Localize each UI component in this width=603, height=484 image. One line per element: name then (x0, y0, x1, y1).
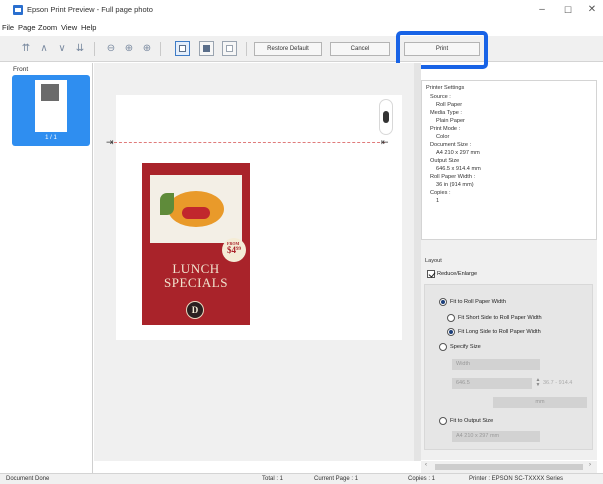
preview-vertical-scrollbar[interactable] (414, 63, 421, 461)
menu-page[interactable]: Page (18, 23, 36, 32)
print-mode-label: Print Mode : (430, 126, 461, 132)
roll-width-value: 36 in (914 mm) (436, 182, 474, 188)
cut-mark-left-icon: ⇥ (106, 137, 114, 147)
poster-photo (150, 175, 242, 243)
print-mode-value: Color (436, 134, 450, 140)
menu-zoom[interactable]: Zoom (38, 23, 57, 32)
app-icon (13, 5, 23, 15)
scroll-right-icon[interactable]: › (589, 462, 591, 468)
roll-core-icon (379, 99, 393, 135)
media-type-label: Media Type : (430, 110, 462, 116)
thumbnail-pane: Front 1 / 1 (10, 63, 93, 475)
output-size-label: Output Size (430, 158, 460, 164)
cut-line (114, 142, 385, 143)
scroll-left-icon[interactable]: ‹ (425, 462, 427, 468)
fit-output-size-radio[interactable] (439, 417, 447, 425)
layout-header: Layout (425, 258, 442, 264)
status-bar: Document Done Total : 1 Current Page : 1… (0, 473, 603, 484)
scroll-thumb[interactable] (435, 464, 583, 470)
width-spinner-icon[interactable]: ▲ ▼ (535, 378, 541, 389)
fit-width-icon[interactable] (199, 41, 214, 56)
zoom-actual-icon[interactable]: ⊕ (122, 42, 136, 56)
printer-settings-header: Printer Settings (426, 85, 465, 91)
reduce-enlarge-options: Fit to Roll Paper Width Fit Short Side t… (424, 284, 593, 450)
restore-default-button[interactable]: Restore Default (254, 42, 322, 56)
preview-image: FROM $499 LUNCH SPECIALS D (142, 163, 250, 325)
cancel-button[interactable]: Cancel (330, 42, 390, 56)
width-input[interactable]: 646.5 (452, 378, 532, 389)
blank-page-icon[interactable] (222, 41, 237, 56)
leaf-shape (160, 193, 174, 215)
status-document: Document Done (6, 476, 50, 482)
fit-short-side-radio[interactable] (447, 314, 455, 322)
last-page-icon[interactable]: ⇊ (73, 42, 87, 56)
roll-width-label: Roll Paper Width : (430, 174, 476, 180)
fit-output-size-label: Fit to Output Size (450, 418, 494, 424)
toolbar-separator (160, 42, 161, 56)
close-button[interactable]: ✕ (581, 2, 603, 18)
thumbnail-page (35, 80, 67, 132)
copies-label: Copies : (430, 190, 451, 196)
previous-page-icon[interactable]: ∧ (37, 42, 51, 56)
media-type-value: Plain Paper (436, 118, 465, 124)
fit-roll-width-radio[interactable] (439, 298, 447, 306)
window-title: Epson Print Preview - Full page photo (27, 5, 153, 14)
fit-long-side-radio[interactable] (447, 328, 455, 336)
page-thumbnail[interactable]: 1 / 1 (12, 75, 90, 146)
thumbnail-header: Front (13, 66, 29, 73)
status-current-page: Current Page : 1 (314, 476, 359, 482)
output-size-value: 646.5 x 914.4 mm (436, 166, 481, 172)
next-page-icon[interactable]: ∨ (55, 42, 69, 56)
minimize-button[interactable]: – (531, 2, 553, 18)
fit-long-side-label: Fit Long Side to Roll Paper Width (458, 329, 541, 335)
zoom-in-icon[interactable]: ⊕ (140, 42, 154, 56)
width-field-label: Width (452, 359, 540, 370)
thumbnail-image (41, 84, 59, 101)
tomato-shape (182, 207, 210, 219)
fit-short-side-label: Fit Short Side to Roll Paper Width (458, 315, 542, 321)
price-badge: FROM $499 (222, 238, 246, 262)
preview-pane: ⇥ ⇤ FROM $499 LUNCH SPECIALS D (94, 63, 414, 461)
menu-view[interactable]: View (61, 23, 77, 32)
document-size-value: A4 210 x 297 mm (436, 150, 480, 156)
printer-settings-panel: Printer Settings Source : Roll Paper Med… (421, 80, 597, 240)
source-value: Roll Paper (436, 102, 463, 108)
maximize-button[interactable]: ☐ (557, 2, 579, 18)
document-size-label: Document Size : (430, 142, 472, 148)
output-size-select[interactable]: A4 210 x 297 mm (452, 431, 540, 442)
status-printer: Printer : EPSON SC-TXXXX Series (469, 476, 564, 482)
copies-value: 1 (436, 198, 440, 204)
reduce-enlarge-checkbox[interactable] (427, 270, 435, 278)
thumbnail-page-label: 1 / 1 (45, 135, 57, 141)
menu-help[interactable]: Help (81, 23, 96, 32)
first-page-icon[interactable]: ⇈ (19, 42, 33, 56)
poster-logo: D (186, 301, 204, 319)
unit-select[interactable]: mm (493, 397, 587, 408)
menu-bar: File Page Zoom View Help (0, 21, 603, 35)
poster-title-line2: SPECIALS (164, 275, 228, 290)
title-bar: Epson Print Preview - Full page photo – … (0, 0, 603, 21)
specify-size-radio[interactable] (439, 343, 447, 351)
fit-roll-width-label: Fit to Roll Paper Width (450, 299, 506, 305)
zoom-out-icon[interactable]: ⊖ (104, 42, 118, 56)
status-total: Total : 1 (262, 476, 284, 482)
cut-mark-right-icon: ⇤ (381, 137, 389, 147)
menu-file[interactable]: File (2, 23, 14, 32)
toolbar: ⇈ ∧ ∨ ⇊ ⊖ ⊕ ⊕ Restore Default Cancel Pri… (0, 36, 603, 62)
settings-horizontal-scrollbar[interactable]: ‹ › (421, 461, 597, 473)
status-copies: Copies : 1 (408, 476, 436, 482)
toolbar-separator (246, 42, 247, 56)
source-label: Source : (430, 94, 451, 100)
layout-panel: Layout Reduce/Enlarge Fit to Roll Paper … (421, 240, 597, 460)
width-range: 36.7 - 914.4 (543, 380, 573, 386)
full-page-icon[interactable] (175, 41, 190, 56)
reduce-enlarge-label: Reduce/Enlarge (437, 271, 478, 277)
specify-size-label: Specify Size (450, 344, 481, 350)
toolbar-separator (94, 42, 95, 56)
